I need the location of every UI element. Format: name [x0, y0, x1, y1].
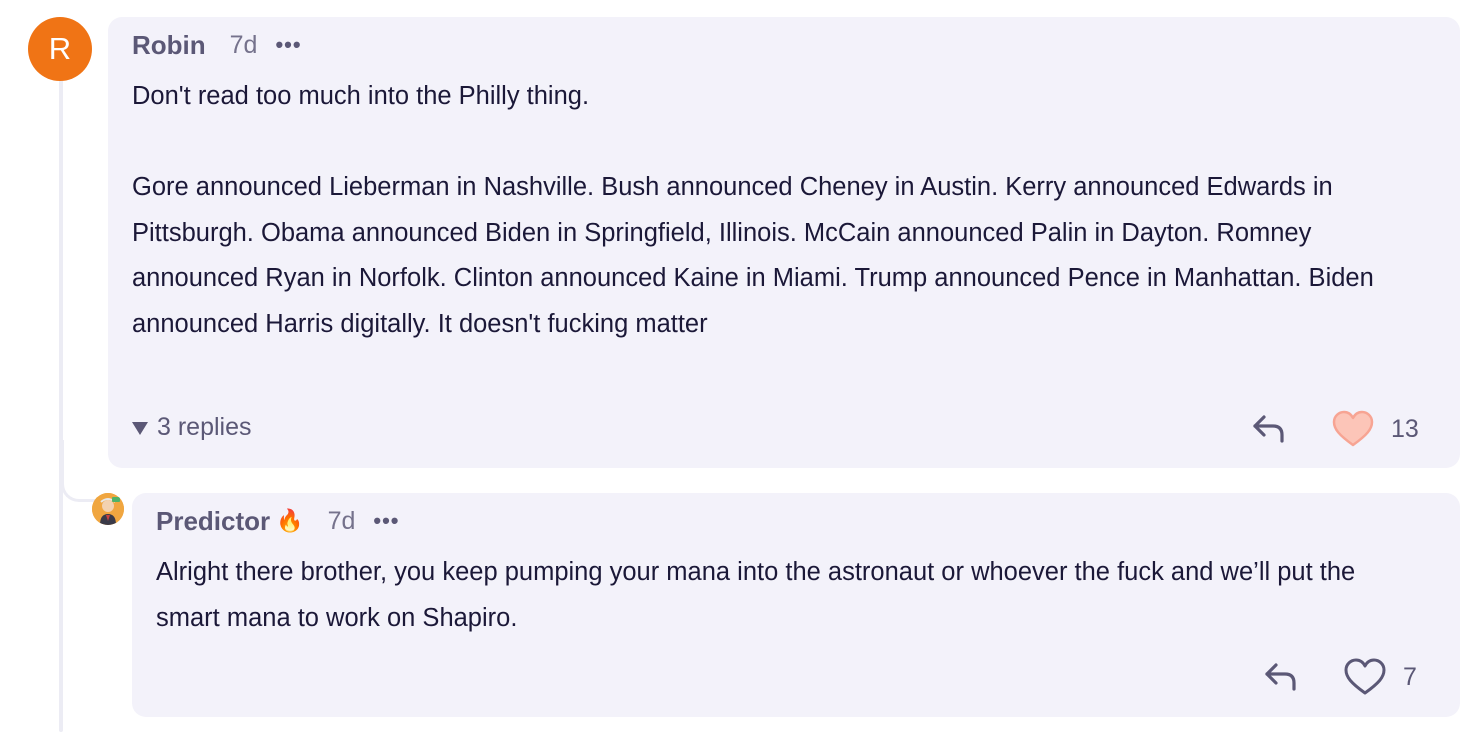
avatar[interactable]: [92, 493, 124, 525]
comment-body: Don't read too much into the Philly thin…: [132, 74, 1422, 347]
replies-count-label: 3 replies: [157, 413, 252, 441]
comment-paragraph: Don't read too much into the Philly thin…: [132, 82, 590, 110]
thread-line: [59, 80, 63, 732]
more-options-icon[interactable]: •••: [373, 508, 399, 534]
avatar-image-icon: [92, 493, 124, 525]
avatar-letter: R: [48, 31, 72, 66]
fire-badge-icon: 🔥: [276, 508, 304, 533]
avatar[interactable]: R: [28, 17, 92, 81]
author-name[interactable]: Robin: [132, 30, 206, 61]
comment-meta: Predictor 🔥 7d •••: [156, 506, 399, 536]
comment-body: Alright there brother, you keep pumping …: [156, 550, 1426, 641]
comment-paragraph: Alright there brother, you keep pumping …: [156, 558, 1356, 632]
reply-connector: [61, 440, 101, 502]
heart-icon: [1332, 410, 1374, 447]
reply-button[interactable]: [1251, 411, 1287, 445]
timestamp[interactable]: 7d: [230, 31, 258, 60]
like-count: 13: [1391, 414, 1419, 443]
like-button[interactable]: 13: [1331, 410, 1419, 448]
reply-arrow-icon: [1265, 663, 1296, 691]
more-options-icon[interactable]: •••: [275, 32, 301, 58]
reply-arrow-icon: [1253, 415, 1284, 443]
caret-down-icon: [132, 422, 148, 435]
like-button[interactable]: 7: [1343, 658, 1417, 696]
heart-icon: [1344, 658, 1386, 695]
reply-button[interactable]: [1263, 659, 1299, 693]
comment-meta: Robin 7d •••: [132, 30, 302, 60]
comment-paragraph: Gore announced Lieberman in Nashville. B…: [132, 173, 1374, 338]
timestamp[interactable]: 7d: [328, 507, 356, 536]
like-count: 7: [1403, 662, 1417, 691]
comment-card: Robin 7d ••• Don't read too much into th…: [108, 17, 1460, 468]
comment-card: Predictor 🔥 7d ••• Alright there brother…: [132, 493, 1460, 717]
author-name[interactable]: Predictor: [156, 506, 270, 537]
replies-toggle[interactable]: 3 replies: [132, 413, 252, 442]
